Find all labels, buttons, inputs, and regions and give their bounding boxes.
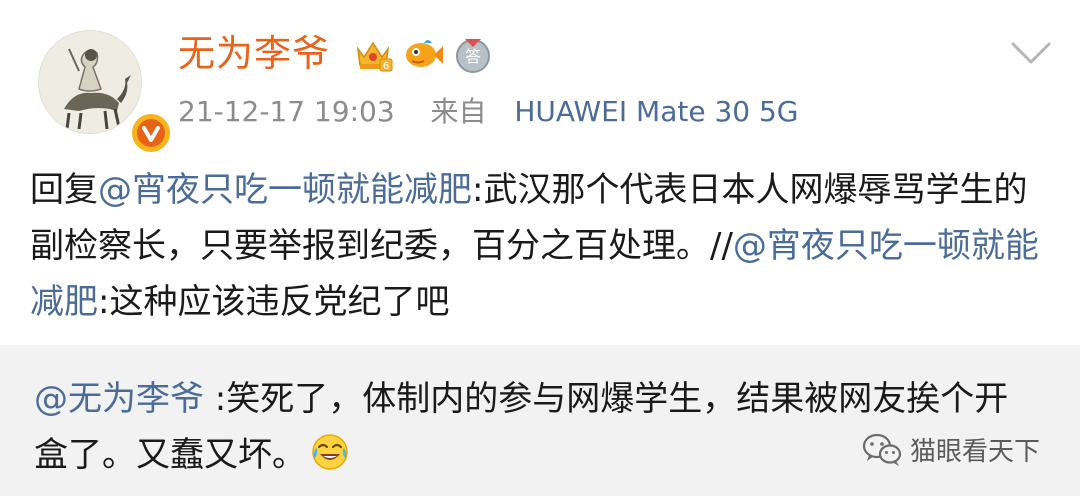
post-content: 回复@宵夜只吃一顿就能减肥:武汉那个代表日本人网爆辱骂学生的副检察长，只要举报到… xyxy=(30,162,1060,330)
badge-row: 6 答 xyxy=(352,33,494,75)
verified-badge-icon xyxy=(128,110,174,156)
avatar-container[interactable] xyxy=(38,30,174,156)
post-timestamp: 21-12-17 19:03 xyxy=(178,95,395,128)
reply-prefix: 回复 xyxy=(30,170,98,210)
svg-text:答: 答 xyxy=(465,47,481,66)
laugh-cry-emoji-icon xyxy=(312,434,348,470)
post-meta: 21-12-17 19:03 来自 HUAWEI Mate 30 5G xyxy=(178,94,799,130)
source-device-link[interactable]: HUAWEI Mate 30 5G xyxy=(514,95,798,128)
reply-section: @无为李爷 :笑死了，体制内的参与网爆学生，结果被网友挨个开盒了。又蠢又坏。 猫… xyxy=(0,345,1080,496)
svg-text:6: 6 xyxy=(383,61,389,72)
wechat-icon xyxy=(862,433,902,466)
source-prefix: 来自 xyxy=(430,95,487,128)
author-name[interactable]: 无为李爷 xyxy=(178,32,330,76)
watermark-text: 猫眼看天下 xyxy=(910,437,1041,467)
watermark: 猫眼看天下 xyxy=(862,431,1040,468)
mention-link[interactable]: @宵夜只吃一顿就能减肥 xyxy=(98,170,472,210)
answer-badge-icon[interactable]: 答 xyxy=(452,33,494,75)
content-text: :这种应该违反党纪了吧 xyxy=(98,282,450,322)
chevron-down-icon[interactable] xyxy=(1008,38,1054,68)
weibo-post: 无为李爷 6 答 21-12-17 19:03 来自 HUAWEI Mate 3… xyxy=(0,0,1080,345)
fish-badge-icon[interactable] xyxy=(402,33,444,75)
crown-badge-icon[interactable]: 6 xyxy=(352,33,394,75)
reply-mention-link[interactable]: @无为李爷 xyxy=(34,379,204,419)
